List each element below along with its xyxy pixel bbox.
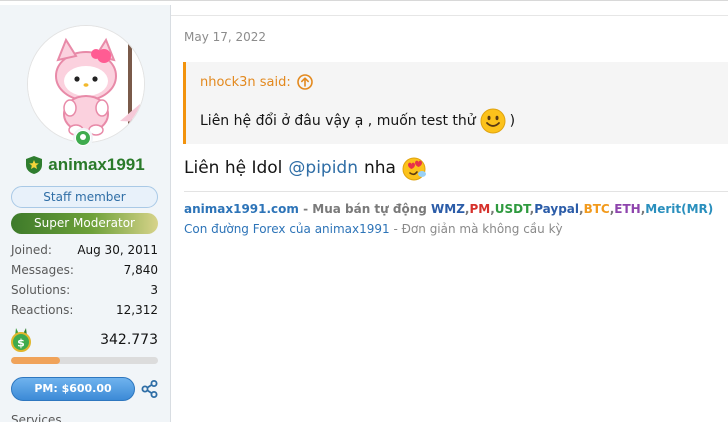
stat-solutions: Solutions: 3 <box>11 280 158 300</box>
signature-text: - Mua bán tự động <box>298 202 432 216</box>
username[interactable]: animax1991 <box>48 155 144 175</box>
stat-label: Reactions: <box>11 303 74 317</box>
quote-block: nhock3n said: Liên hệ đổi ở đâu vậy ạ , … <box>183 62 728 144</box>
message-suffix: nha <box>364 158 396 178</box>
stat-reactions: Reactions: 12,312 <box>11 300 158 320</box>
stat-label: Joined: <box>11 243 52 257</box>
signature-text: - Đơn giản mà không cầu kỳ <box>389 222 563 236</box>
user-stats: Joined: Aug 30, 2011 Messages: 7,840 Sol… <box>11 240 158 320</box>
quote-text-end: ) <box>509 113 516 129</box>
pm-button[interactable]: PM: $600.00 <box>11 377 135 401</box>
heart-eyes-emoji-icon <box>402 157 426 181</box>
stat-messages: Messages: 7,840 <box>11 260 158 280</box>
signature-line-2: Con đường Forex của animax1991 - Đơn giả… <box>184 222 563 236</box>
quote-body: Liên hệ đổi ở đâu vậy ạ , muốn test thử … <box>200 108 515 134</box>
username-row: animax1991 <box>0 155 171 175</box>
smile-emoji-icon <box>480 108 506 134</box>
coin-progress-bar <box>11 357 158 364</box>
quote-header[interactable]: nhock3n said: <box>200 74 313 90</box>
quote-author[interactable]: nhock3n said: <box>200 75 291 90</box>
stat-value: 12,312 <box>116 303 158 317</box>
message-prefix: Liên hệ Idol <box>184 158 283 178</box>
pm-row: PM: $600.00 <box>11 377 158 401</box>
signature-forex-link[interactable]: Con đường Forex của animax1991 <box>184 222 390 236</box>
coin-progress-fill <box>11 357 60 364</box>
signature-item[interactable]: Merit(MR) <box>645 202 713 216</box>
share-icon[interactable] <box>141 380 158 398</box>
signature-divider <box>184 191 728 192</box>
coin-balance: $ 342.773 <box>11 328 158 354</box>
super-moderator-badge: Super Moderator <box>11 213 158 234</box>
kitty-avatar-icon <box>28 26 144 142</box>
signature-item[interactable]: PM <box>469 202 490 216</box>
user-mention-link[interactable]: @pipidn <box>288 158 358 178</box>
date-divider <box>171 15 728 16</box>
coin-value: 342.773 <box>100 332 158 348</box>
avatar-image[interactable] <box>27 25 145 143</box>
services-label: Services <box>11 413 62 422</box>
signature-item[interactable]: USDT <box>495 202 530 216</box>
message-body: Liên hệ Idol @pipidn nha <box>184 155 428 181</box>
user-sidebar: animax1991 Staff member Super Moderator … <box>0 5 171 422</box>
stat-value: 3 <box>150 283 158 297</box>
staff-member-badge: Staff member <box>11 186 158 208</box>
svg-text:$: $ <box>17 337 25 350</box>
arrow-up-circle-icon[interactable] <box>296 74 313 90</box>
online-status-icon <box>73 128 93 148</box>
signature-item[interactable]: ETH <box>614 202 640 216</box>
signature-item[interactable]: Paypal <box>534 202 579 216</box>
money-medal-icon: $ <box>11 328 31 352</box>
stat-label: Solutions: <box>11 283 71 297</box>
stat-label: Messages: <box>11 263 74 277</box>
stat-value: Aug 30, 2011 <box>77 243 158 257</box>
stat-value: 7,840 <box>123 263 158 277</box>
avatar[interactable] <box>27 25 145 148</box>
moderator-shield-icon <box>26 156 43 174</box>
post-date[interactable]: May 17, 2022 <box>184 30 266 44</box>
signature-item[interactable]: BTC <box>584 202 610 216</box>
signature-item[interactable]: WMZ <box>431 202 465 216</box>
signature-site-link[interactable]: animax1991.com <box>184 202 299 216</box>
quote-text: Liên hệ đổi ở đâu vậy ạ , muốn test thử <box>200 113 476 129</box>
stat-joined: Joined: Aug 30, 2011 <box>11 240 158 260</box>
signature-line-1: animax1991.com - Mua bán tự động WMZ,PM,… <box>184 202 714 216</box>
